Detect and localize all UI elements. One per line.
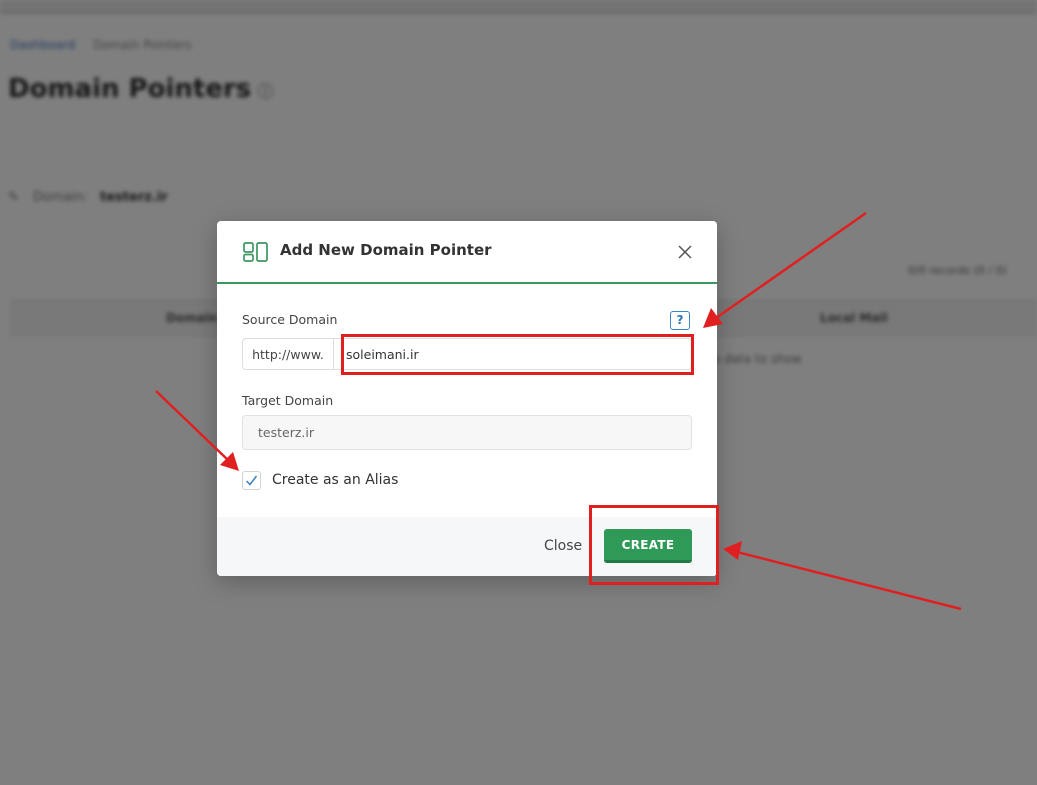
create-button[interactable]: CREATE [604, 529, 692, 563]
add-domain-pointer-dialog: Add New Domain Pointer Source Domain ? h… [217, 221, 717, 576]
close-icon[interactable] [674, 241, 696, 263]
alias-checkbox[interactable] [242, 471, 261, 490]
alias-checkbox-label[interactable]: Create as an Alias [272, 472, 398, 488]
help-icon[interactable]: ? [670, 311, 690, 330]
target-domain-label: Target Domain [242, 393, 334, 408]
dialog-header: Add New Domain Pointer [217, 221, 717, 284]
source-domain-input[interactable] [333, 338, 692, 370]
checkmark-icon [245, 475, 258, 486]
source-domain-label: Source Domain [242, 312, 338, 327]
close-button[interactable]: Close [544, 538, 582, 554]
source-domain-prefix: http://www. [242, 338, 334, 370]
dialog-title: Add New Domain Pointer [280, 241, 492, 259]
domain-pointer-icon [243, 242, 268, 262]
target-domain-input[interactable] [242, 415, 692, 450]
